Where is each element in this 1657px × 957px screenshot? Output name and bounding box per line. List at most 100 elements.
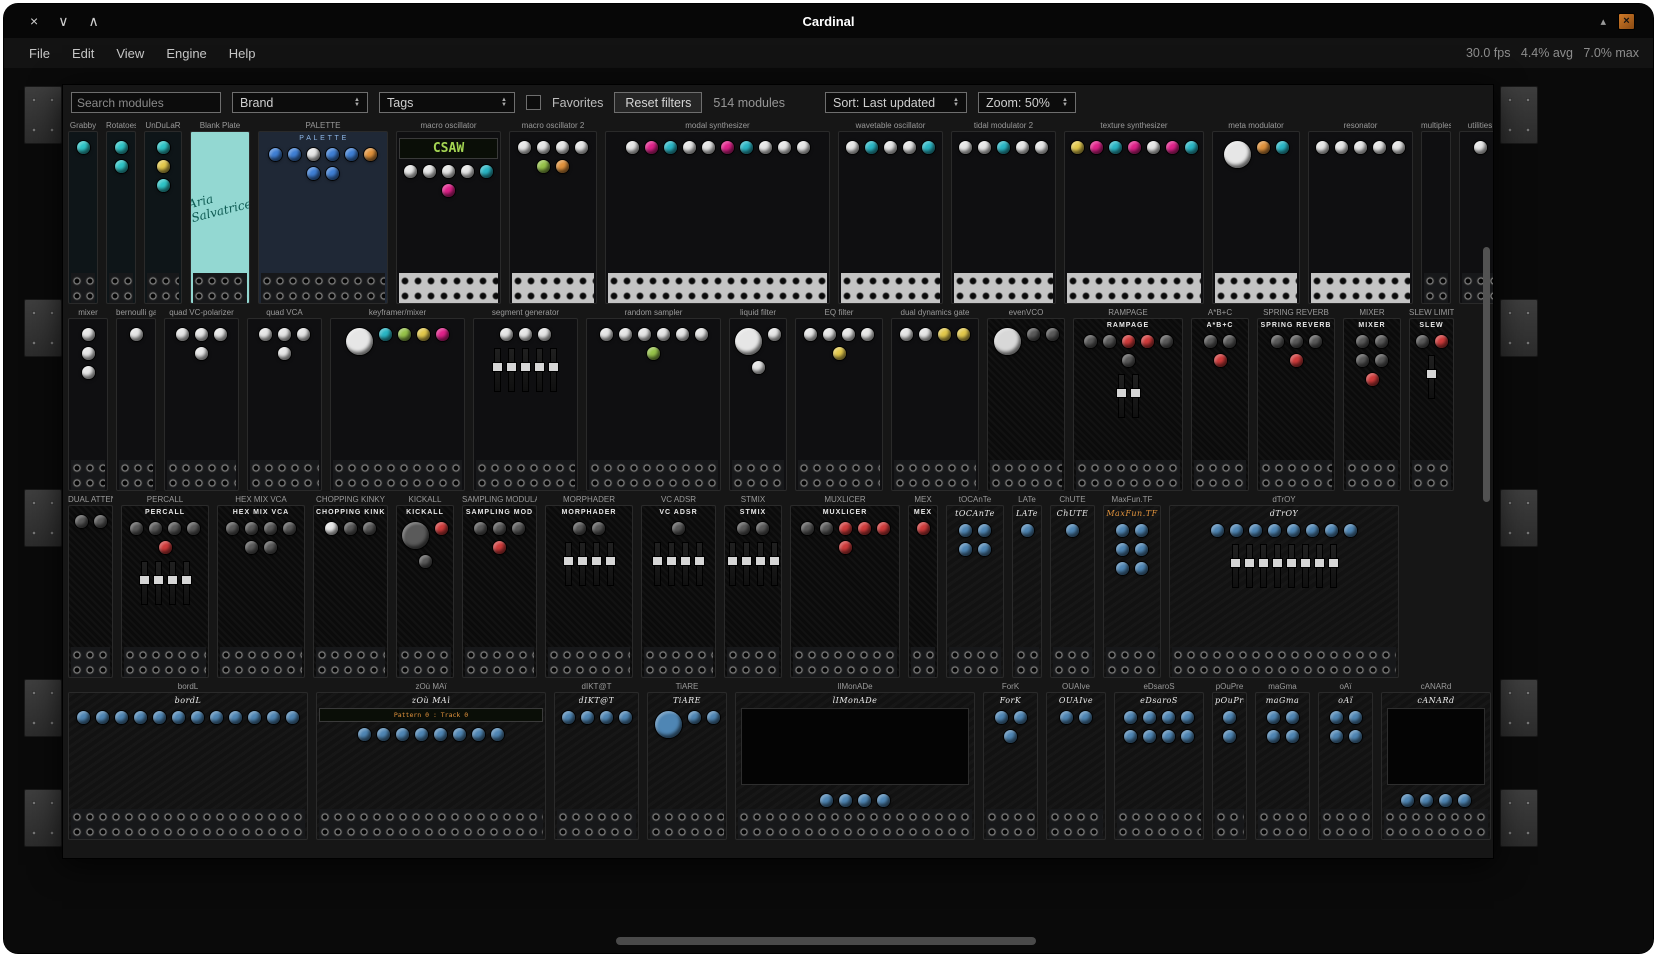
slider-icon bbox=[1274, 544, 1281, 588]
module-card[interactable]: resonator bbox=[1308, 120, 1413, 304]
shade-icon[interactable]: ∨ bbox=[58, 14, 68, 28]
pin-icon[interactable]: ▴ bbox=[1600, 15, 1606, 28]
module-card[interactable]: dual dynamics gate bbox=[891, 307, 979, 491]
module-card[interactable]: bordLbordL bbox=[68, 681, 308, 840]
sort-dropdown[interactable]: Sort: Last updated ▲▼ bbox=[825, 92, 967, 113]
x11-icon[interactable]: × bbox=[1618, 13, 1635, 30]
module-card[interactable]: MEXMEX bbox=[908, 494, 938, 678]
favorites-checkbox[interactable] bbox=[526, 95, 541, 110]
module-card[interactable]: ForKForK bbox=[983, 681, 1038, 840]
module-card[interactable]: eDsaroSeDsaroS bbox=[1114, 681, 1204, 840]
menu-item-engine[interactable]: Engine bbox=[155, 42, 217, 65]
menu-item-file[interactable]: File bbox=[18, 42, 61, 65]
module-card[interactable]: oAïoAï bbox=[1318, 681, 1373, 840]
module-card[interactable]: Grabby bbox=[68, 120, 98, 304]
screen: × ∨ ∧ Cardinal ▴ × File Edit View Engine… bbox=[0, 0, 1657, 957]
module-card[interactable]: MUXLICERMUXLICER bbox=[790, 494, 900, 678]
module-card[interactable]: texture synthesizer bbox=[1064, 120, 1204, 304]
module-card[interactable]: mixer bbox=[68, 307, 108, 491]
module-faceplate bbox=[1308, 131, 1413, 304]
module-card[interactable]: dIKT@TdIKT@T bbox=[554, 681, 639, 840]
module-card[interactable]: maGmamaGma bbox=[1255, 681, 1310, 840]
module-card[interactable]: OUAIveOUAIve bbox=[1046, 681, 1106, 840]
jack-strip bbox=[1311, 273, 1410, 303]
module-card[interactable]: segment generator bbox=[473, 307, 578, 491]
module-name: CHOPPING KINKY bbox=[313, 494, 388, 505]
module-card[interactable]: MORPHADERMORPHADER bbox=[545, 494, 633, 678]
module-card[interactable]: ChUTEChUTE bbox=[1050, 494, 1095, 678]
module-card[interactable]: lIMonADelIMonADe bbox=[735, 681, 975, 840]
menu-item-view[interactable]: View bbox=[105, 42, 155, 65]
rack-rail bbox=[1500, 679, 1538, 737]
module-card[interactable]: quad VC-polarizer bbox=[164, 307, 239, 491]
zoom-dropdown[interactable]: Zoom: 50% ▲▼ bbox=[978, 92, 1076, 113]
module-card[interactable]: bernoulli gate bbox=[116, 307, 156, 491]
module-card[interactable]: macro oscillator 2 bbox=[509, 120, 597, 304]
menu-item-help[interactable]: Help bbox=[218, 42, 267, 65]
module-card[interactable]: EQ filter bbox=[795, 307, 883, 491]
module-card[interactable]: RAMPAGERAMPAGE bbox=[1073, 307, 1183, 491]
module-row: mixerbernoulli gatequad VC-polarizerquad… bbox=[68, 307, 1488, 491]
module-card[interactable]: modal synthesizer bbox=[605, 120, 830, 304]
module-card[interactable]: meta modulator bbox=[1212, 120, 1300, 304]
brand-dropdown-label: Brand bbox=[240, 96, 273, 110]
module-card[interactable]: MaxFun.TFMaxFun.TF bbox=[1103, 494, 1161, 678]
module-card[interactable]: dTrOYdTrOY bbox=[1169, 494, 1399, 678]
module-card[interactable]: keyframer/mixer bbox=[330, 307, 465, 491]
module-name: liquid filter bbox=[729, 307, 787, 318]
module-card[interactable]: SAMPLING MODULATORSAMPLING MOD bbox=[462, 494, 537, 678]
module-card[interactable]: multiples bbox=[1421, 120, 1451, 304]
module-card[interactable]: KICKALLKICKALL bbox=[396, 494, 454, 678]
knob-cluster bbox=[1117, 705, 1201, 745]
faceplate-title: MORPHADER bbox=[562, 509, 617, 516]
reset-filters-button[interactable]: Reset filters bbox=[614, 92, 702, 113]
module-card[interactable]: MIXERMIXER bbox=[1343, 307, 1401, 491]
module-card[interactable]: tidal modulator 2 bbox=[951, 120, 1056, 304]
module-name: cANARd bbox=[1381, 681, 1491, 692]
rack-rail bbox=[24, 679, 62, 737]
module-faceplate bbox=[144, 131, 182, 304]
module-card[interactable]: CHOPPING KINKYCHOPPING KINKY bbox=[313, 494, 388, 678]
knob-icon bbox=[804, 328, 817, 341]
module-card[interactable]: SPRING REVERBSPRING REVERB bbox=[1257, 307, 1335, 491]
knob-icon bbox=[195, 347, 208, 360]
module-card[interactable]: quad VCA bbox=[247, 307, 322, 491]
close-icon[interactable]: × bbox=[30, 14, 38, 28]
module-card[interactable]: Rotatoes bbox=[106, 120, 136, 304]
horizontal-scrollbar[interactable] bbox=[616, 937, 1036, 945]
module-card[interactable]: cANARdcANARd bbox=[1381, 681, 1491, 840]
module-card[interactable]: HEX MIX VCAHEX MIX VCA bbox=[217, 494, 305, 678]
vertical-scrollbar[interactable] bbox=[1483, 247, 1490, 502]
faceplate-title: RAMPAGE bbox=[1107, 322, 1149, 329]
module-card[interactable]: VC ADSRVC ADSR bbox=[641, 494, 716, 678]
module-card[interactable]: A*B+CA*B+C bbox=[1191, 307, 1249, 491]
module-card[interactable]: DUAL ATTENUVERTER bbox=[68, 494, 113, 678]
module-card[interactable]: zOù MAïzOù MAïPattern 0 : Track 0 bbox=[316, 681, 546, 840]
knob-icon bbox=[538, 328, 551, 341]
unshade-icon[interactable]: ∧ bbox=[88, 14, 98, 28]
module-card[interactable]: SLEW LIMITERSLEW bbox=[1409, 307, 1454, 491]
module-card[interactable]: Blank PlateAria Salvatrice bbox=[190, 120, 250, 304]
search-input[interactable] bbox=[71, 92, 221, 113]
menu-item-edit[interactable]: Edit bbox=[61, 42, 105, 65]
module-card[interactable]: tOCAnTetOCAnTe bbox=[946, 494, 1004, 678]
knob-cluster bbox=[571, 516, 607, 537]
brand-dropdown[interactable]: Brand ▲▼ bbox=[232, 92, 368, 113]
module-card[interactable]: UnDuLaR bbox=[144, 120, 182, 304]
module-card[interactable]: PERCALLPERCALL bbox=[121, 494, 209, 678]
module-card[interactable]: liquid filter bbox=[729, 307, 787, 491]
module-card[interactable]: random sampler bbox=[586, 307, 721, 491]
module-name: tOCAnTe bbox=[946, 494, 1004, 505]
module-card[interactable]: evenVCO bbox=[987, 307, 1065, 491]
module-faceplate: CHOPPING KINKY bbox=[313, 505, 388, 678]
module-card[interactable]: TiARETiARE bbox=[647, 681, 727, 840]
knob-icon bbox=[1211, 524, 1224, 537]
module-card[interactable]: pOuPrepOuPre bbox=[1212, 681, 1247, 840]
module-card[interactable]: LATeLATe bbox=[1012, 494, 1042, 678]
tags-dropdown[interactable]: Tags ▲▼ bbox=[379, 92, 515, 113]
module-card[interactable]: macro oscillatorCSAW bbox=[396, 120, 501, 304]
module-faceplate: dIKT@T bbox=[554, 692, 639, 840]
module-card[interactable]: wavetable oscillator bbox=[838, 120, 943, 304]
module-card[interactable]: PALETTEP A L E T T E bbox=[258, 120, 388, 304]
module-card[interactable]: STMIXSTMIX bbox=[724, 494, 782, 678]
